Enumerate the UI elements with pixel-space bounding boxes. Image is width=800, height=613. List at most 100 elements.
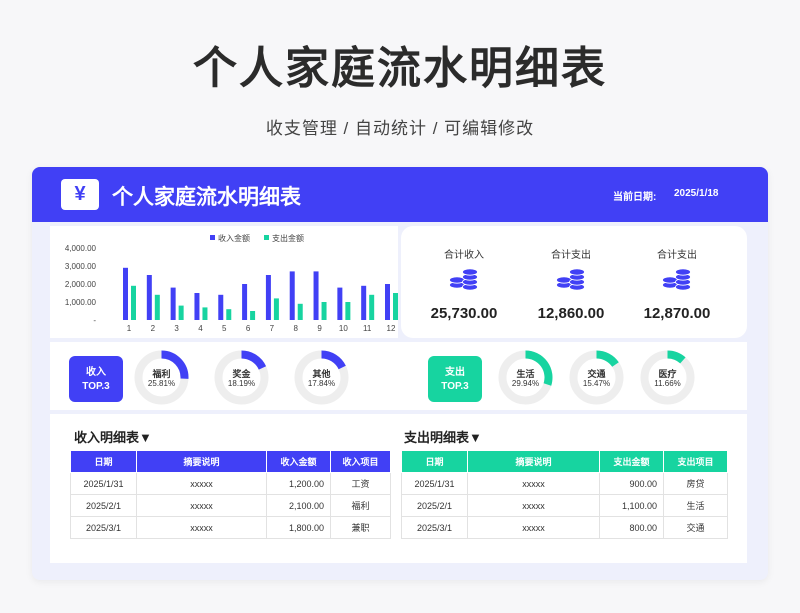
column-header: 收入项目: [330, 450, 391, 473]
legend-swatch: [264, 235, 269, 240]
table-row: 2025/1/31 xxxxx 900.00 房贷: [401, 472, 728, 495]
column-header: 收入金额: [266, 450, 331, 473]
table-cell[interactable]: 2025/1/31: [70, 472, 137, 495]
income-bar: [123, 267, 128, 320]
x-tick-label: 12: [387, 324, 396, 333]
table-cell[interactable]: 兼职: [330, 516, 391, 539]
dashboard-title: 个人家庭流水明细表: [112, 186, 301, 209]
total-label: 合计支出: [657, 250, 697, 261]
donut-arc: [241, 350, 267, 370]
expense-table-title[interactable]: 支出明细表▼: [404, 427, 482, 446]
date-value: 2025/1/18: [674, 188, 719, 199]
column-header: 摘要说明: [136, 450, 267, 473]
table-cell[interactable]: 900.00: [599, 472, 664, 495]
table-cell[interactable]: 2,100.00: [266, 494, 331, 517]
table-cell[interactable]: 房贷: [663, 472, 728, 495]
table-row: 2025/2/1 xxxxx 1,100.00 生活: [401, 494, 728, 517]
donut-expense-1: 交通 15.47%: [569, 350, 624, 405]
donut-percent: 17.84%: [307, 379, 336, 388]
x-tick-label: 2: [151, 324, 156, 333]
table-cell[interactable]: xxxxx: [136, 516, 267, 539]
table-cell[interactable]: 2025/2/1: [70, 494, 137, 517]
table-row: 2025/3/1 xxxxx 1,800.00 兼职: [70, 516, 391, 539]
expense-bar: [297, 303, 303, 320]
legend-swatch: [210, 235, 215, 240]
page-title: 个人家庭流水明细表: [193, 44, 607, 93]
income-bar: [218, 294, 224, 320]
coins-icon: [556, 268, 585, 291]
coins-icon: [662, 268, 691, 291]
donut-income-0: 福利 25.81%: [134, 350, 189, 405]
expense-bar: [250, 311, 256, 320]
income-bar: [385, 284, 390, 320]
donut-arc: [321, 350, 346, 370]
expense-bar: [202, 307, 208, 320]
table-cell[interactable]: 1,200.00: [266, 472, 331, 495]
badge-line: TOP.3: [82, 381, 110, 392]
x-tick-label: 7: [270, 324, 275, 333]
table-cell[interactable]: xxxxx: [136, 494, 267, 517]
monthly-chart-panel: 收入金额 支出金额 4,000.00 3,000.00 2,000.00 1,000.00…: [50, 226, 398, 338]
table-cell[interactable]: 2025/3/1: [70, 516, 137, 539]
y-tick-label: 2,000.00: [65, 280, 97, 289]
table-cell[interactable]: 1,800.00: [266, 516, 331, 539]
table-cell[interactable]: 2025/3/1: [401, 516, 468, 539]
totals-panel: 合计收入 25,730.00 合计支出 12,860.00 合计支出 12,87…: [401, 226, 747, 338]
table-cell[interactable]: 2025/2/1: [401, 494, 468, 517]
column-header: 支出金额: [599, 450, 664, 473]
expense-bar: [131, 285, 136, 320]
income-table-title[interactable]: 收入明细表▼: [74, 427, 152, 446]
expense-bar: [345, 302, 351, 320]
yen-icon: ¥: [61, 179, 99, 210]
top3-panel: 收入 TOP.3 福利 25.81% 奖金 18.19% 其他 17.84% 支…: [50, 342, 747, 410]
table-cell[interactable]: xxxxx: [467, 472, 600, 495]
table-header-row: 日期 摘要说明 收入金额 收入项目: [70, 450, 391, 473]
total-item: 合计支出 12,860.00: [516, 226, 626, 338]
total-item: 合计支出 12,870.00: [622, 226, 732, 338]
income-bar: [242, 284, 248, 320]
total-label: 合计支出: [551, 250, 591, 261]
table-cell[interactable]: xxxxx: [467, 494, 600, 517]
tables-panel: 收入明细表▼ 日期 摘要说明 收入金额 收入项目 2025/1/31 xxxxx…: [50, 414, 747, 563]
coins-icon: [449, 268, 478, 291]
expense-bar: [226, 309, 232, 320]
monthly-bar-chart: 收入金额 支出金额 4,000.00 3,000.00 2,000.00 1,000.00…: [65, 233, 398, 333]
income-bar: [289, 271, 295, 320]
table-cell[interactable]: 800.00: [599, 516, 664, 539]
income-bar: [265, 275, 271, 320]
table-cell[interactable]: xxxxx: [136, 472, 267, 495]
column-header: 日期: [70, 450, 137, 473]
donut-expense-0: 生活 29.94%: [498, 350, 553, 405]
column-header: 日期: [401, 450, 468, 473]
income-bar: [337, 287, 343, 320]
badge-line: 收入: [86, 367, 106, 378]
expense-bar: [154, 294, 160, 320]
table-cell[interactable]: 生活: [663, 494, 728, 517]
table-cell[interactable]: 2025/1/31: [401, 472, 468, 495]
income-bar: [194, 293, 200, 320]
table-cell[interactable]: 福利: [330, 494, 391, 517]
table-cell[interactable]: 工资: [330, 472, 391, 495]
income-bar: [170, 287, 176, 320]
legend-label: 支出金额: [272, 233, 304, 243]
income-bar: [361, 285, 367, 320]
x-tick-label: 4: [198, 324, 203, 333]
table-row: 2025/1/31 xxxxx 1,200.00 工资: [70, 472, 391, 495]
date-label: 当前日期:: [613, 192, 657, 203]
badge-line: TOP.3: [441, 381, 469, 392]
expense-bar: [321, 302, 327, 320]
donut-percent: 18.19%: [227, 379, 256, 388]
expense-bar: [273, 298, 279, 320]
column-header: 摘要说明: [467, 450, 600, 473]
total-value: 12,870.00: [643, 305, 711, 322]
expense-bar: [178, 305, 184, 320]
x-tick-label: 11: [363, 324, 372, 333]
donut-percent: 15.47%: [582, 379, 611, 388]
total-value: 12,860.00: [537, 305, 605, 322]
table-cell[interactable]: xxxxx: [467, 516, 600, 539]
table-row: 2025/3/1 xxxxx 800.00 交通: [401, 516, 728, 539]
table-cell[interactable]: 1,100.00: [599, 494, 664, 517]
x-tick-label: 8: [294, 324, 299, 333]
table-cell[interactable]: 交通: [663, 516, 728, 539]
income-top3-badge: 收入 TOP.3: [69, 356, 123, 402]
